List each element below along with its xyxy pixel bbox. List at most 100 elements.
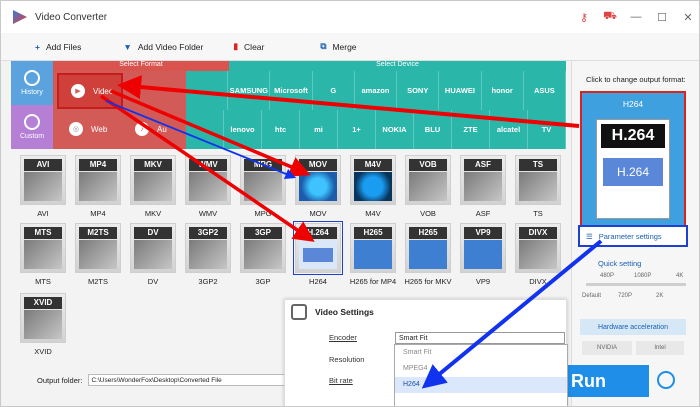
format-divx[interactable]: DIVX DIVX [514, 223, 562, 286]
format-icon: MPG [240, 155, 286, 205]
format-tag: MKV [134, 159, 172, 171]
format-label: 3GP [255, 277, 271, 286]
format-thumbnail [299, 172, 337, 201]
close-icon[interactable]: ✕ [675, 11, 699, 24]
h264-format-icon: H.264 H.264 [596, 119, 670, 219]
output-format-selector[interactable]: H264 H.264 H.264 [580, 91, 686, 243]
alarm-clock-icon[interactable] [657, 371, 675, 389]
format-m4v[interactable]: M4V M4V [349, 155, 397, 218]
encoder-option-h264[interactable]: H264 [395, 377, 567, 393]
format-dv[interactable]: DV DV [129, 223, 177, 286]
key-icon[interactable]: ⚷ [571, 11, 597, 24]
bitrate-label: Bit rate [329, 376, 353, 385]
device-brand-5[interactable]: SONY [397, 71, 440, 110]
maximize-icon[interactable]: ☐ [649, 11, 675, 24]
format-icon: VP9 [460, 223, 506, 273]
format-thumbnail [244, 240, 282, 269]
encoder-option-mpeg4[interactable]: MPEG4 [395, 361, 567, 377]
format-vob[interactable]: VOB VOB [404, 155, 452, 218]
format-wmv[interactable]: WMV WMV [184, 155, 232, 218]
format-tag: M2TS [79, 227, 117, 239]
format-mts[interactable]: MTS MTS [19, 223, 67, 286]
category-audio[interactable]: ♪ Au [123, 111, 189, 147]
format-thumbnail [79, 240, 117, 269]
history-button[interactable]: History [11, 61, 53, 105]
run-button[interactable]: Run [567, 365, 649, 397]
format-thumbnail [244, 172, 282, 201]
format-tag: H265 [409, 227, 447, 239]
format-tag: H.264 [299, 227, 337, 239]
custom-button[interactable]: Custom [11, 105, 53, 149]
add-files-button[interactable]: + Add Files [35, 42, 81, 52]
device-brand-3[interactable]: G [313, 71, 355, 110]
output-panel: Click to change output format: H264 H.26… [571, 61, 699, 406]
title-bar: Video Converter ⚷ ⛟ — ☐ ✕ [1, 1, 699, 33]
format-ts[interactable]: TS TS [514, 155, 562, 218]
format-thumbnail [24, 310, 62, 339]
device-brand-8[interactable]: ASUS [524, 71, 566, 110]
output-folder-label: Output folder: [37, 375, 83, 385]
device-brand-5[interactable]: NOKIA [376, 110, 414, 149]
format-tag: AVI [24, 159, 62, 171]
device-brand-1[interactable]: lenovo [224, 110, 262, 149]
category-video[interactable]: ▶ Video [57, 73, 123, 109]
plus-icon: + [35, 41, 40, 52]
quality-slider[interactable] [586, 283, 686, 286]
device-brand-1[interactable]: SAMSUNG [228, 71, 271, 110]
format-label: AVI [37, 209, 49, 218]
device-brand-7[interactable]: ZTE [452, 110, 490, 149]
encoder-select[interactable]: Smart Fit [395, 332, 565, 344]
encoder-option-smartfit[interactable]: Smart Fit [395, 345, 567, 361]
format-h265-for-mp4[interactable]: H265 H265 for MP4 [349, 223, 397, 286]
format-h264[interactable]: H.264 H264 [293, 221, 343, 286]
hardware-acceleration-button[interactable]: Hardware acceleration [580, 319, 686, 335]
parameter-settings-button[interactable]: ☰ Parameter settings [578, 225, 688, 247]
format-icon: H.264 [293, 221, 343, 275]
device-brand-4[interactable]: 1+ [338, 110, 376, 149]
format-tag: M4V [354, 159, 392, 171]
intel-option[interactable]: Intel [636, 341, 684, 355]
format-3gp[interactable]: 3GP 3GP [239, 223, 287, 286]
format-tag: MTS [24, 227, 62, 239]
device-brand-6[interactable]: HUAWEI [439, 71, 482, 110]
category-header: Select Format Select Device [11, 61, 566, 71]
format-asf[interactable]: ASF ASF [459, 155, 507, 218]
format-h265-for-mkv[interactable]: H265 H265 for MKV [404, 223, 452, 286]
nvidia-option[interactable]: NVIDIA [582, 341, 632, 355]
device-brand-6[interactable]: BLU [414, 110, 452, 149]
format-mov[interactable]: MOV MOV [294, 155, 342, 218]
device-brand-2[interactable]: Microsoft [270, 71, 313, 110]
format-mpg[interactable]: MPG MPG [239, 155, 287, 218]
format-mp4[interactable]: MP4 MP4 [74, 155, 122, 218]
format-label: MP4 [90, 209, 106, 218]
format-icon: WMV [185, 155, 231, 205]
play-icon: ▶ [71, 84, 85, 98]
device-brand-4[interactable]: amazon [355, 71, 398, 110]
format-xvid[interactable]: XVID XVID [19, 293, 67, 356]
format-vp9[interactable]: VP9 VP9 [459, 223, 507, 286]
add-video-folder-button[interactable]: ▼ Add Video Folder [123, 42, 203, 52]
q-4k: 4K [676, 273, 684, 279]
device-brand-3[interactable]: mi [300, 110, 338, 149]
device-brand-2[interactable]: htc [262, 110, 300, 149]
format-3gp2[interactable]: 3GP2 3GP2 [184, 223, 232, 286]
merge-button[interactable]: ⧉ Merge [320, 41, 356, 52]
format-mkv[interactable]: MKV MKV [129, 155, 177, 218]
device-brand-9[interactable]: TV [528, 110, 566, 149]
category-web[interactable]: ◎ Web [57, 111, 123, 147]
format-avi[interactable]: AVI AVI [19, 155, 67, 218]
minimize-icon[interactable]: — [623, 11, 649, 23]
encoder-label: Encoder [329, 333, 357, 342]
click-to-change-label: Click to change output format: [586, 75, 686, 84]
format-label: DIVX [529, 277, 547, 286]
format-thumbnail [409, 240, 447, 269]
format-tag: H265 [354, 227, 392, 239]
format-m2ts[interactable]: M2TS M2TS [74, 223, 122, 286]
device-brand-0[interactable] [186, 71, 229, 110]
clear-button[interactable]: ▮ Clear [233, 41, 264, 52]
cart-icon[interactable]: ⛟ [597, 10, 623, 24]
output-folder-input[interactable]: C:\Users\WonderFox\Desktop\Converted Fil… [88, 374, 289, 386]
device-brand-8[interactable]: alcatel [490, 110, 528, 149]
device-brand-7[interactable]: honor [482, 71, 524, 110]
device-brand-0[interactable] [186, 110, 224, 149]
